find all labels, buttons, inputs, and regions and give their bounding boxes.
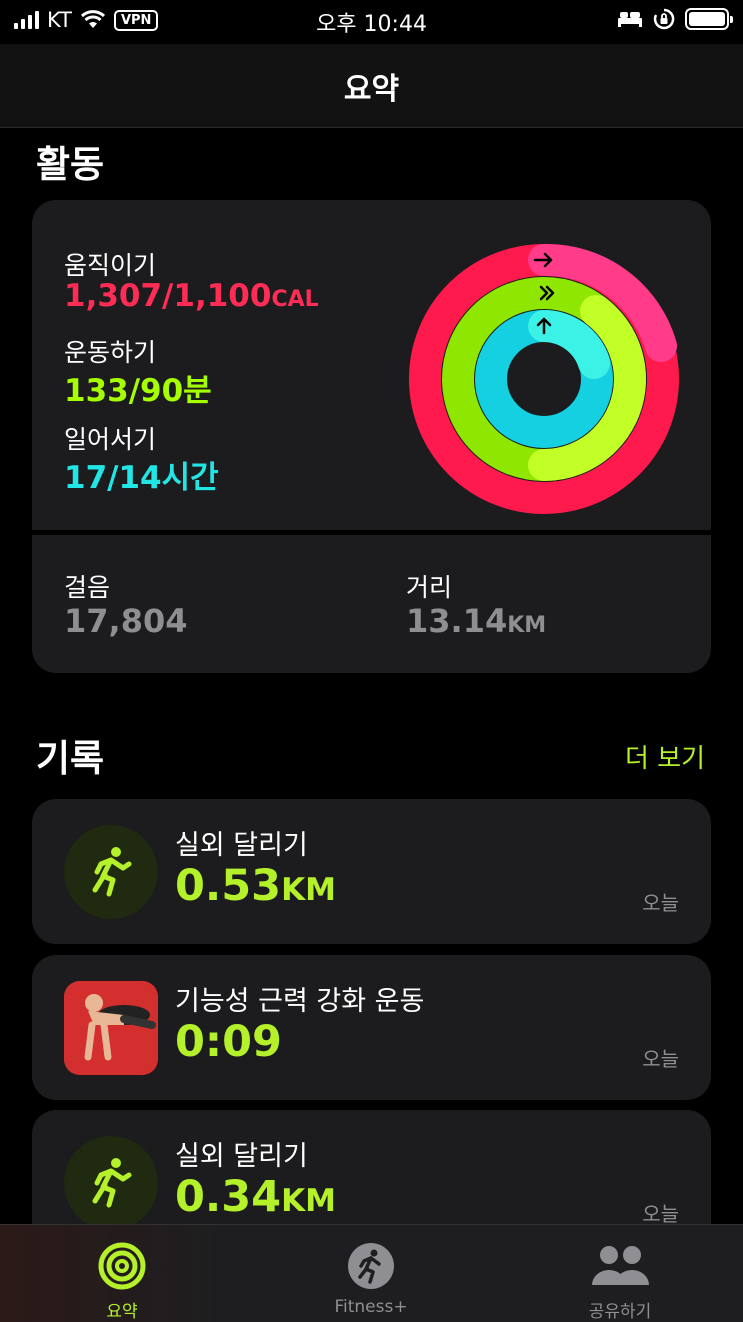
card-divider	[32, 530, 711, 535]
record-title: 실외 달리기	[175, 830, 308, 861]
record-unit: KM	[281, 872, 336, 908]
bed-icon	[618, 12, 642, 27]
distance-unit: KM	[507, 613, 547, 638]
record-value-text: 0:09	[175, 1017, 282, 1067]
activity-section-title: 활동	[36, 143, 105, 186]
running-icon	[64, 1136, 158, 1230]
steps-label: 걸음	[64, 573, 111, 602]
tab-bar: 요약 Fitness+ 공유하기	[0, 1224, 743, 1322]
steps-value: 17,804	[64, 602, 188, 640]
tab-label: Fitness+	[334, 1297, 408, 1317]
rotation-lock-icon	[653, 8, 675, 30]
record-value: 0:09	[175, 1017, 282, 1067]
battery-icon	[685, 8, 733, 30]
record-value-text: 0.53	[175, 861, 282, 911]
stand-label: 일어서기	[64, 425, 157, 454]
distance-value-text: 13.14	[406, 602, 508, 640]
records-section-title: 기록	[36, 737, 105, 780]
move-value: 1,307/1,100CAL	[64, 278, 319, 314]
record-value-text: 0.34	[175, 1172, 282, 1222]
distance-value: 13.14KM	[406, 602, 546, 640]
move-label: 움직이기	[64, 251, 157, 280]
exercise-value: 133/90분	[64, 373, 212, 409]
move-value-text: 1,307/1,100	[64, 278, 272, 314]
tab-label: 요약	[106, 1302, 138, 1322]
status-right	[617, 8, 733, 30]
move-unit: CAL	[271, 287, 319, 312]
record-item[interactable]: 기능성 근력 강화 운동 0:09 오늘	[32, 955, 711, 1100]
record-value: 0.34KM	[175, 1172, 336, 1222]
record-date: 오늘	[642, 1047, 679, 1071]
record-title: 실외 달리기	[175, 1141, 308, 1172]
navigation-bar: 요약	[0, 44, 743, 128]
tab-summary[interactable]: 요약	[22, 1225, 222, 1322]
record-date: 오늘	[642, 1202, 679, 1226]
tab-label: 공유하기	[588, 1302, 652, 1322]
status-bar: KT VPN 오후 10:44	[0, 0, 743, 44]
record-item[interactable]: 실외 달리기 0.53KM 오늘	[32, 799, 711, 944]
stand-value: 17/14시간	[64, 460, 219, 496]
exercise-label: 운동하기	[64, 338, 157, 367]
stand-ring-overlap	[528, 310, 610, 379]
record-unit: KM	[281, 1183, 336, 1219]
tab-fitness-plus[interactable]: Fitness+	[271, 1225, 471, 1322]
record-date: 오늘	[642, 891, 679, 915]
distance-label: 거리	[406, 573, 453, 602]
record-value: 0.53KM	[175, 861, 336, 911]
tab-sharing[interactable]: 공유하기	[520, 1225, 720, 1322]
record-title: 기능성 근력 강화 운동	[175, 986, 425, 1017]
activity-card[interactable]: 움직이기 1,307/1,100CAL 운동하기 133/90분 일어서기 17…	[32, 200, 711, 673]
show-more-link[interactable]: 더 보기	[625, 738, 705, 775]
pushup-photo	[64, 981, 158, 1075]
page-title: 요약	[343, 72, 400, 107]
fitness-plus-icon	[348, 1243, 394, 1289]
activity-rings	[409, 243, 679, 514]
activity-rings-icon	[98, 1242, 146, 1290]
sharing-icon	[592, 1246, 649, 1285]
running-icon	[64, 825, 158, 919]
